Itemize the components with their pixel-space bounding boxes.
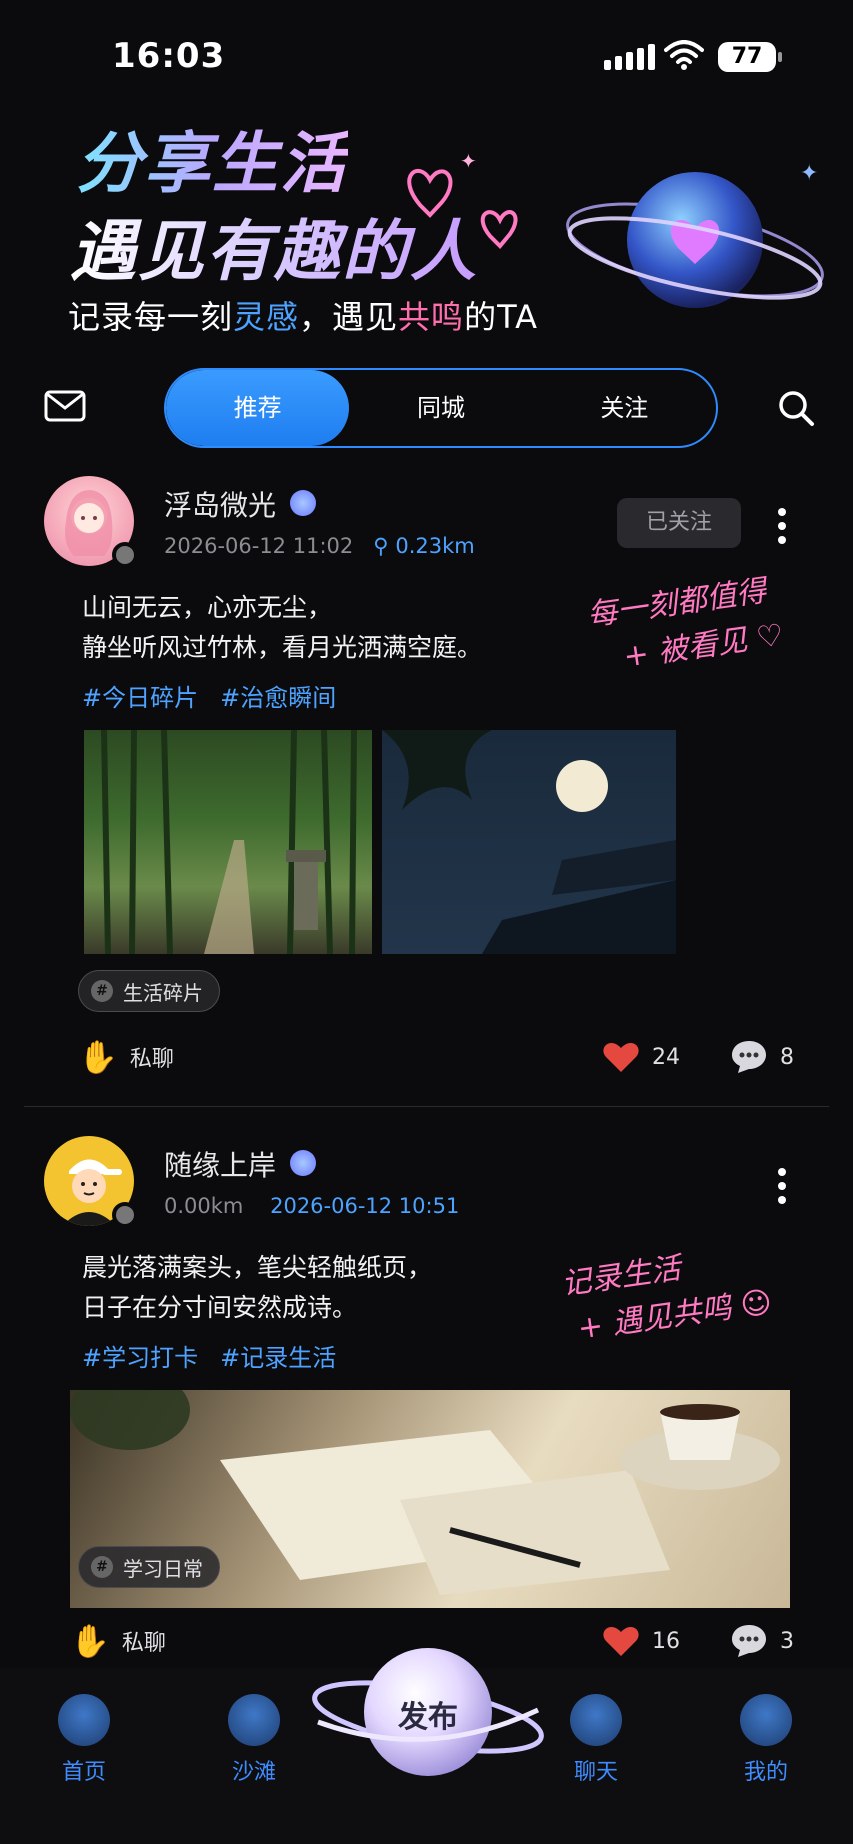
- beach-icon: [228, 1694, 280, 1746]
- username[interactable]: 浮岛微光: [164, 484, 276, 524]
- home-icon: [58, 1694, 110, 1746]
- private-chat-button[interactable]: ✋ 私聊: [78, 1032, 174, 1082]
- hash-icon: #: [91, 980, 113, 1002]
- mail-icon[interactable]: [44, 390, 86, 422]
- wave-hand-icon: ✋: [70, 1622, 110, 1660]
- tag-link[interactable]: #学习打卡: [82, 1338, 198, 1373]
- follow-button[interactable]: 已关注: [617, 498, 741, 548]
- post-meta: 0.00km 2026-06-12 10:51: [164, 1194, 460, 1218]
- publish-button[interactable]: 发布: [308, 1632, 548, 1782]
- publish-label: 发布: [398, 1700, 458, 1735]
- tab-recommend[interactable]: 推荐: [166, 370, 350, 446]
- post-card: 浮岛微光 2026-06-12 11:02 ⚲ 0.23km 已关注 山间无云，…: [0, 470, 853, 1110]
- post-text: 山间无云，心亦无尘， 静坐听风过竹林，看月光洒满空庭。: [82, 593, 483, 662]
- signal-icon: [604, 44, 655, 70]
- nav-home[interactable]: 首页: [44, 1694, 124, 1786]
- post-meta: 2026-06-12 11:02 ⚲ 0.23km: [164, 534, 475, 558]
- handwriting-note: 每一刻都值得 + 被看见 ♡: [585, 573, 786, 675]
- tab-following[interactable]: 关注: [533, 370, 716, 446]
- heart-icon: [603, 1042, 639, 1072]
- post-tags: #学习打卡 #记录生活: [82, 1338, 336, 1373]
- wifi-icon: [664, 40, 704, 70]
- topic-chip[interactable]: # 生活碎片: [78, 970, 220, 1012]
- hash-icon: #: [91, 1556, 113, 1578]
- search-icon[interactable]: [776, 388, 816, 428]
- post-text: 晨光落满案头，笔尖轻触纸页， 日子在分寸间安然成诗。: [82, 1253, 433, 1322]
- post-image-bamboo[interactable]: [84, 730, 372, 954]
- location-icon: ⚲: [373, 534, 389, 558]
- heart-planet-icon: ✦: [566, 161, 824, 308]
- svg-text:✦: ✦: [800, 161, 818, 186]
- nav-chat[interactable]: 聊天: [556, 1694, 636, 1786]
- comment-icon: [732, 1041, 766, 1073]
- chat-icon: [570, 1694, 622, 1746]
- battery-icon: 77: [718, 42, 782, 72]
- profile-icon: [740, 1694, 792, 1746]
- tag-link[interactable]: #记录生活: [220, 1338, 336, 1373]
- tag-link[interactable]: #今日碎片: [82, 678, 198, 713]
- hero-subtitle: 记录每一刻灵感，遇见共鸣的TA: [68, 298, 539, 336]
- username[interactable]: 随缘上岸: [164, 1144, 276, 1184]
- nav-beach[interactable]: 沙滩: [214, 1694, 294, 1786]
- wave-hand-icon: ✋: [78, 1038, 118, 1076]
- like-button[interactable]: 24: [602, 1032, 680, 1082]
- post-tags: #今日碎片 #治愈瞬间: [82, 678, 336, 713]
- verified-icon: [290, 490, 316, 516]
- handwriting-note: 记录生活 + 遇见共鸣 ☺: [559, 1250, 775, 1347]
- verified-icon: [290, 1150, 316, 1176]
- topic-chip[interactable]: # 学习日常: [78, 1546, 220, 1588]
- svg-text:✦: ✦: [460, 150, 477, 173]
- comment-button[interactable]: 8: [730, 1032, 794, 1082]
- nav-profile[interactable]: 我的: [726, 1694, 806, 1786]
- heart-icon: [603, 1626, 639, 1656]
- tag-link[interactable]: #治愈瞬间: [220, 678, 336, 713]
- private-chat-button[interactable]: ✋ 私聊: [70, 1616, 166, 1666]
- heart-outline-icon: ✦: [407, 150, 518, 249]
- like-button[interactable]: 16: [602, 1616, 680, 1666]
- comment-icon: [732, 1625, 766, 1657]
- status-time: 16:03: [112, 36, 226, 76]
- post-card: 随缘上岸 0.00km 2026-06-12 10:51 晨光落满案头，笔尖轻触…: [0, 1130, 853, 1660]
- post-divider: [24, 1106, 829, 1107]
- feed-tabs: 推荐 同城 关注: [164, 368, 718, 448]
- online-status-dot: [112, 542, 138, 568]
- more-icon[interactable]: [778, 508, 788, 544]
- comment-button[interactable]: 3: [730, 1616, 794, 1666]
- hero-banner: 分享生活 遇见有趣的人 ✦ 记录每一刻灵感，遇见共鸣的TA ✦: [0, 90, 853, 360]
- tab-local[interactable]: 同城: [349, 370, 532, 446]
- more-icon[interactable]: [778, 1168, 788, 1204]
- hero-title-line1: 分享生活: [76, 110, 348, 206]
- post-image-moon[interactable]: [382, 730, 676, 954]
- online-status-dot: [112, 1202, 138, 1228]
